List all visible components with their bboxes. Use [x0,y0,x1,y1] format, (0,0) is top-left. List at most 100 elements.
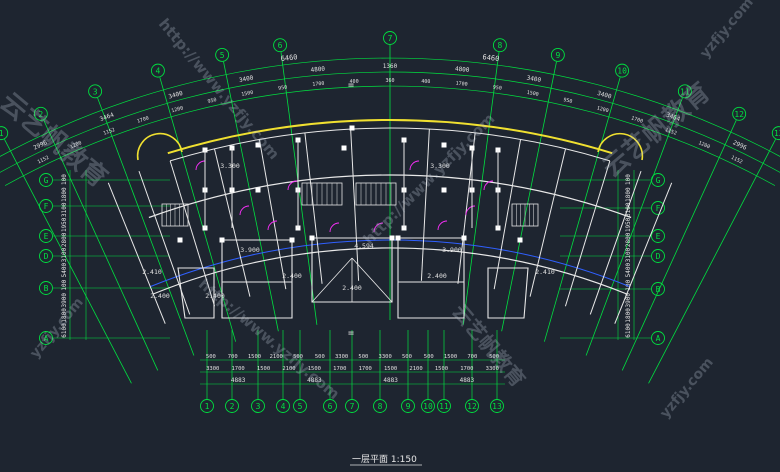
dimension-top-row2: 4800 [455,66,470,74]
dimension-right: 3100 [625,247,632,262]
axis-label-bottom: 10 [423,402,433,411]
room-dimension-label: 3.900 [240,246,260,254]
dimension-bottom-row2: 1500 [435,366,448,372]
dimension-right: 100 [625,174,632,185]
dimension-bottom-row2: 2100 [282,366,295,372]
axis-label-left: E [44,232,49,241]
dimension-bottom-row2: 3300 [206,366,219,372]
room-dimension-label: 2.400 [282,272,302,280]
dimension-bottom-row3: 500 [402,354,412,360]
bay-window-right [597,132,644,161]
column [517,237,523,243]
door-swing [409,160,420,171]
column [341,145,347,151]
room-dimension-label: 2.400 [205,292,225,300]
dimension-top-row3: 950 [492,85,502,92]
axis-label-right: E [656,232,661,241]
dimension-left: 3100 [61,247,68,262]
axis-label-top: 9 [555,51,560,60]
dimension-left: 1800 [61,308,68,323]
axis-label-bottom: 13 [492,402,502,411]
dimension-bottom-row2: 2100 [409,366,422,372]
dimension-bottom-row3: 700 [228,354,238,360]
bay-window-left [136,132,183,161]
dimension-bottom-row2: 1500 [308,366,321,372]
room-dimension-label: 3.300 [220,162,240,170]
dimension-bottom-row3: 500 [489,354,499,360]
column [309,235,315,241]
room-dimension-label: 2.410 [535,268,555,276]
dimension-bottom-row1: 4883 [231,377,246,384]
dimension-bottom-row2: 1700 [232,366,245,372]
axis-label-left: B [44,284,49,293]
room-dimension-label: 3.900 [442,246,462,254]
dimension-top-row3: 950 [207,97,217,105]
dimension-top-row3: 1500 [241,90,254,98]
dimension-left: 2800 [61,232,68,247]
ridge-marker: = [348,328,354,339]
dimension-bottom-row3: 500 [315,354,325,360]
dimension-bottom-row3: 2100 [270,354,283,360]
room-outline [487,267,529,319]
axis-label-bottom: 5 [298,402,303,411]
dimension-top-row3: 950 [563,97,573,105]
radial-wall [107,182,166,324]
axis-label-top: 7 [388,34,393,43]
dimension-top-row1: 6460 [482,53,500,63]
dimension-top-row2: 3400 [168,90,184,101]
radial-wall [304,132,323,284]
column [219,237,225,243]
axis-label-right: B [656,285,661,294]
axis-label-bottom: 6 [328,402,333,411]
door-swing [373,222,384,233]
dimension-top-row2: 2996 [32,139,48,152]
dimension-right: 1950 [625,217,632,232]
column [395,235,401,241]
door-swing [465,205,476,216]
room-dimension-label: 4.594 [354,242,374,250]
radial-wall [258,139,287,290]
axis-label-bottom: 3 [256,402,261,411]
axis-label-bottom: 8 [378,402,383,411]
axis-label-bottom: 9 [406,402,411,411]
dimension-bottom-row2: 1700 [460,366,473,372]
axis-label-top: 13 [774,129,780,138]
dimension-bottom-row2: 1700 [359,366,372,372]
column [255,187,261,193]
column [289,237,295,243]
axis-label-left: G [44,176,49,185]
axis-label-top: 5 [220,51,225,60]
dimension-bottom-row3: 500 [206,354,216,360]
column [441,187,447,193]
axis-label-top: 4 [155,67,160,76]
dimension-left: 5400 [61,262,68,277]
room-dimension-label: 3.300 [430,162,450,170]
column [461,235,467,241]
door-swing [239,205,250,216]
dimension-bottom-row2: 1500 [257,366,270,372]
dimension-left: 100 [61,174,68,185]
axis-label-top: 10 [617,67,627,76]
axis-label-left: A [44,334,49,343]
axis-label-left: F [44,202,49,211]
dimension-bottom-row3: 500 [358,354,368,360]
dimension-bottom-row1: 4883 [383,377,398,384]
dimension-top-row3: 400 [421,79,430,85]
room-dimension-label: 2.400 [342,284,362,292]
dimension-bottom-row2: 3300 [486,366,499,372]
axis-label-right: A [656,334,661,343]
dimension-bottom-row3: 500 [293,354,303,360]
dimension-top-row2: 2996 [732,139,748,152]
radial-wall [614,182,673,324]
door-swing [329,222,340,233]
dimension-top-row3: 1152 [37,155,50,166]
axis-label-bottom: 12 [467,402,477,411]
dimension-top-row3: 1700 [312,81,325,88]
room-dimension-label: 2.400 [150,292,170,300]
dimension-left: 1800 [61,187,68,202]
dimension-top-row2: 4800 [310,66,325,74]
dimension-right: 6100 [625,323,632,338]
axis-label-bottom: 4 [281,402,286,411]
dimension-right: 1800 [625,308,632,323]
roof-line [351,257,393,303]
